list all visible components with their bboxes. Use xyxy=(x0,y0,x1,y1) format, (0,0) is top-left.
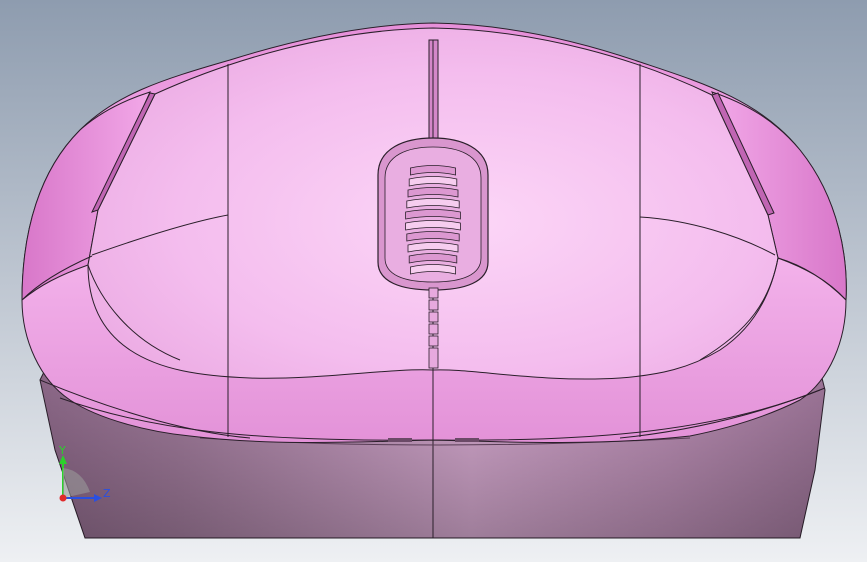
y-axis-label: Y xyxy=(58,444,66,457)
center-notches xyxy=(428,287,439,369)
z-axis-label: Z xyxy=(103,487,111,500)
model-canvas[interactable]: Y Z xyxy=(0,0,867,562)
graphics-viewport[interactable]: Y Z xyxy=(0,0,867,562)
scroll-wheel[interactable] xyxy=(377,137,489,291)
x-axis-point xyxy=(59,494,67,502)
